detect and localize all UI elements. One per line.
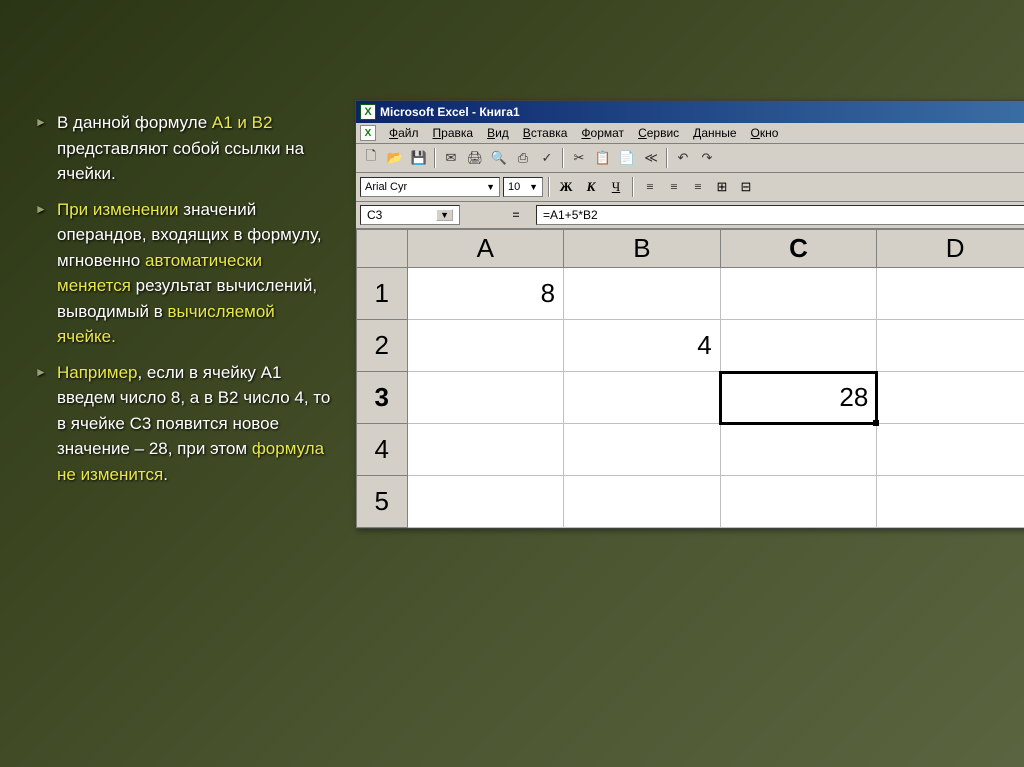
cell-C5[interactable] xyxy=(720,476,877,528)
column-header-D[interactable]: D xyxy=(877,230,1024,268)
cell-B5[interactable] xyxy=(564,476,721,528)
menu-правка[interactable]: Правка xyxy=(426,124,481,142)
bold-button[interactable]: Ж xyxy=(555,176,577,198)
toolbar-button-11[interactable]: ≪ xyxy=(640,147,662,169)
menu-окно[interactable]: Окно xyxy=(744,124,786,142)
font-size-combo[interactable]: 10▼ xyxy=(503,177,543,197)
row-header-3[interactable]: 3 xyxy=(357,372,408,424)
menu-вставка[interactable]: Вставка xyxy=(516,124,575,142)
toolbar-button-2[interactable]: 💾 xyxy=(408,147,430,169)
cell-B1[interactable] xyxy=(564,268,721,320)
separator xyxy=(632,177,634,197)
cell-A2[interactable] xyxy=(407,320,564,372)
toolbar-button-12[interactable]: ↶ xyxy=(672,147,694,169)
row-header-1[interactable]: 1 xyxy=(357,268,408,320)
menubar: X ФайлПравкаВидВставкаФорматСервисДанные… xyxy=(356,123,1024,144)
toolbar-button-5[interactable]: 🔍 xyxy=(488,147,510,169)
toolbar-button-9[interactable]: 📋 xyxy=(592,147,614,169)
toolbar-button-0[interactable]: 🗋 xyxy=(360,147,382,169)
toolbar-button-10[interactable]: 📄 xyxy=(616,147,638,169)
toolbar-button-1[interactable]: 📂 xyxy=(384,147,406,169)
cell-D5[interactable] xyxy=(877,476,1024,528)
cell-D2[interactable] xyxy=(877,320,1024,372)
excel-window: X Microsoft Excel - Книга1 X ФайлПравкаВ… xyxy=(355,100,1024,529)
row-header-2[interactable]: 2 xyxy=(357,320,408,372)
underline-button[interactable]: Ч xyxy=(605,176,627,198)
align-button-4[interactable]: ⊟ xyxy=(735,176,757,198)
align-button-0[interactable]: ≡ xyxy=(639,176,661,198)
cell-B2[interactable]: 4 xyxy=(564,320,721,372)
formatting-toolbar: Arial Cyr▼ 10▼ Ж К Ч ≡≡≡⊞⊟ xyxy=(356,173,1024,202)
excel-doc-icon: X xyxy=(360,125,376,141)
menu-сервис[interactable]: Сервис xyxy=(631,124,686,142)
spreadsheet-grid: ABCD182432845 xyxy=(356,229,1024,528)
toolbar-button-7[interactable]: ✓ xyxy=(536,147,558,169)
font-name-combo[interactable]: Arial Cyr▼ xyxy=(360,177,500,197)
cell-C3[interactable]: 28 xyxy=(720,372,877,424)
separator xyxy=(548,177,550,197)
cell-A1[interactable]: 8 xyxy=(407,268,564,320)
standard-toolbar: 🗋📂💾 ✉🖨🔍⎙✓ ✂📋📄≪ ↶↷ xyxy=(356,144,1024,173)
menu-данные[interactable]: Данные xyxy=(686,124,743,142)
cell-A5[interactable] xyxy=(407,476,564,528)
formula-input[interactable]: =A1+5*B2 xyxy=(536,205,1024,225)
cell-C4[interactable] xyxy=(720,424,877,476)
cell-A3[interactable] xyxy=(407,372,564,424)
formula-bar: C3 ▼ = =A1+5*B2 xyxy=(356,202,1024,229)
cell-A4[interactable] xyxy=(407,424,564,476)
separator xyxy=(434,148,436,168)
toolbar-button-6[interactable]: ⎙ xyxy=(512,147,534,169)
row-header-4[interactable]: 4 xyxy=(357,424,408,476)
separator xyxy=(562,148,564,168)
toolbar-button-8[interactable]: ✂ xyxy=(568,147,590,169)
excel-app-icon: X xyxy=(360,104,376,120)
cell-C2[interactable] xyxy=(720,320,877,372)
cell-B3[interactable] xyxy=(564,372,721,424)
toolbar-button-4[interactable]: 🖨 xyxy=(464,147,486,169)
cell-C1[interactable] xyxy=(720,268,877,320)
chevron-down-icon: ▼ xyxy=(523,182,538,192)
bullet-1: В данной формуле A1 и B2 представляют со… xyxy=(35,110,335,187)
column-header-B[interactable]: B xyxy=(564,230,721,268)
separator xyxy=(666,148,668,168)
row-header-5[interactable]: 5 xyxy=(357,476,408,528)
bullet-2: При изменении значений операндов, входящ… xyxy=(35,197,335,350)
toolbar-button-13[interactable]: ↷ xyxy=(696,147,718,169)
equals-button[interactable]: = xyxy=(504,205,528,225)
chevron-down-icon: ▼ xyxy=(480,182,495,192)
toolbar-button-3[interactable]: ✉ xyxy=(440,147,462,169)
menu-вид[interactable]: Вид xyxy=(480,124,516,142)
cell-D1[interactable] xyxy=(877,268,1024,320)
cell-D3[interactable] xyxy=(877,372,1024,424)
titlebar[interactable]: X Microsoft Excel - Книга1 xyxy=(356,101,1024,123)
select-all-corner[interactable] xyxy=(357,230,408,268)
align-button-2[interactable]: ≡ xyxy=(687,176,709,198)
slide-text-panel: В данной формуле A1 и B2 представляют со… xyxy=(0,0,355,767)
italic-button[interactable]: К xyxy=(580,176,602,198)
chevron-down-icon: ▼ xyxy=(436,209,453,221)
menu-файл[interactable]: Файл xyxy=(382,124,426,142)
cell-B4[interactable] xyxy=(564,424,721,476)
bullet-3: Например, если в ячейку A1 введем число … xyxy=(35,360,335,488)
menu-формат[interactable]: Формат xyxy=(574,124,631,142)
align-button-1[interactable]: ≡ xyxy=(663,176,685,198)
name-box[interactable]: C3 ▼ xyxy=(360,205,460,225)
column-header-C[interactable]: C xyxy=(720,230,877,268)
cell-D4[interactable] xyxy=(877,424,1024,476)
align-button-3[interactable]: ⊞ xyxy=(711,176,733,198)
column-header-A[interactable]: A xyxy=(407,230,564,268)
window-title: Microsoft Excel - Книга1 xyxy=(380,105,520,119)
